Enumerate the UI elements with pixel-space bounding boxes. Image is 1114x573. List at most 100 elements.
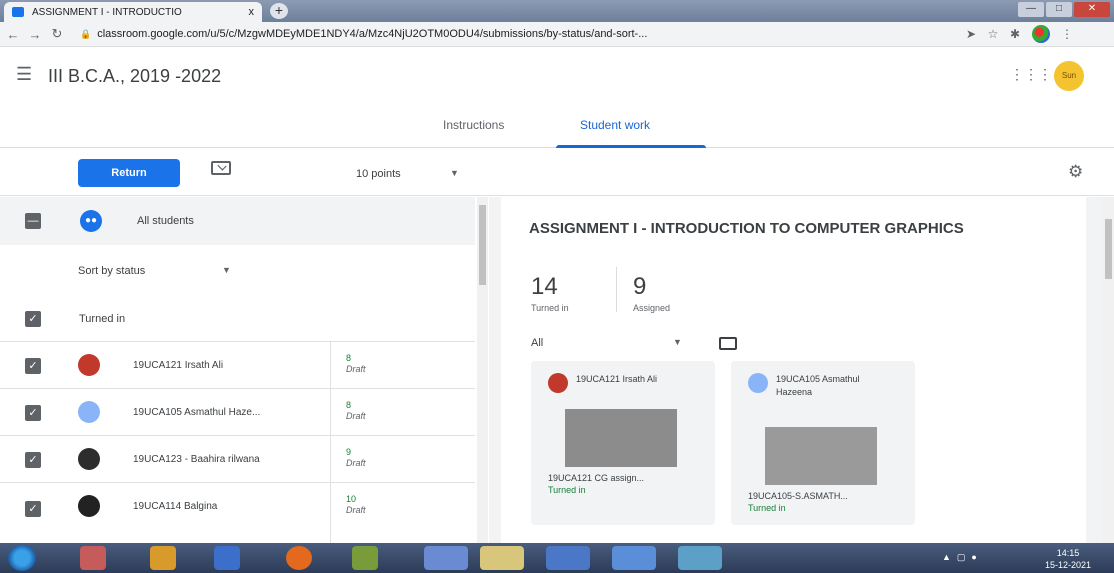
assignment-title: ASSIGNMENT I - INTRODUCTION TO COMPUTER … <box>529 220 964 237</box>
image-app-icon[interactable] <box>678 546 722 570</box>
student-status: Draft <box>346 411 366 421</box>
class-title[interactable]: III B.C.A., 2019 -2022 <box>48 66 221 87</box>
student-status: Draft <box>346 364 366 374</box>
window-close-button[interactable]: ✕ <box>1074 2 1110 17</box>
grading-toolbar: Return 10 points ▼ ⚙ <box>0 148 1114 196</box>
student-grade[interactable]: 10 <box>346 494 356 504</box>
window-app-icon[interactable] <box>612 546 656 570</box>
page-tabs: Instructions Student work <box>0 108 1114 148</box>
student-checkbox[interactable]: ✓ <box>25 358 41 374</box>
account-avatar[interactable]: Sun <box>1054 61 1084 91</box>
avatar <box>748 373 768 393</box>
firefox-icon[interactable] <box>286 546 312 570</box>
avatar <box>78 448 100 470</box>
right-scrollbar[interactable] <box>1103 197 1114 543</box>
system-tray-icons[interactable]: ▲▢● <box>942 552 983 563</box>
clock-date: 15-12-2021 <box>1044 560 1092 570</box>
student-name: 19UCA123 - Baahira rilwana <box>133 454 260 465</box>
student-checkbox[interactable]: ✓ <box>25 501 41 517</box>
all-students-row[interactable]: — ●● All students <box>0 197 475 245</box>
sort-select[interactable]: Sort by status <box>78 265 145 277</box>
section-label: Turned in <box>79 313 126 325</box>
new-tab-button[interactable]: + <box>270 3 288 19</box>
clock-time: 14:15 <box>1056 548 1080 558</box>
apps-grid-icon[interactable]: ⋮⋮⋮ <box>1010 66 1052 83</box>
attachment-thumbnail[interactable] <box>565 409 677 467</box>
assignment-card: ASSIGNMENT I - INTRODUCTION TO COMPUTER … <box>501 197 1086 543</box>
bookmark-star-icon[interactable]: ☆ <box>982 27 1004 41</box>
table-row[interactable]: ✓ 19UCA123 - Baahira rilwana 9 Draft <box>0 436 475 483</box>
classroom-favicon-icon <box>12 7 24 17</box>
url-field[interactable]: 🔒 classroom.google.com/u/5/c/MzgwMDEyMDE… <box>80 28 960 40</box>
student-checkbox[interactable]: ✓ <box>25 452 41 468</box>
left-scrollbar[interactable] <box>477 197 488 543</box>
extensions-icon[interactable]: ✱ <box>1004 27 1026 41</box>
avatar <box>78 354 100 376</box>
profile-icon[interactable] <box>1032 25 1050 43</box>
gear-icon[interactable]: ⚙ <box>1068 162 1083 182</box>
tab-close-icon[interactable]: x <box>249 6 255 18</box>
chrome-icon[interactable] <box>424 546 468 570</box>
submission-status: Turned in <box>548 485 586 495</box>
file-explorer-icon[interactable] <box>480 546 524 570</box>
chevron-down-icon[interactable]: ▼ <box>222 265 231 275</box>
send-tab-icon[interactable]: ➤ <box>960 27 982 41</box>
classroom-header: ☰ III B.C.A., 2019 -2022 ⋮⋮⋮ Sun <box>0 48 1114 108</box>
avatar <box>78 495 100 517</box>
student-name: 19UCA105 Asmathul Haze... <box>133 407 261 418</box>
avatar <box>548 373 568 393</box>
reload-icon[interactable]: ↻ <box>48 26 66 42</box>
points-select[interactable]: 10 points <box>356 168 401 180</box>
chevron-down-icon[interactable]: ▼ <box>450 168 459 178</box>
student-list-panel: — ●● All students Sort by status ▼ ✓ Tur… <box>0 197 475 543</box>
folder-icon[interactable] <box>719 337 737 350</box>
submission-student-name: 19UCA121 Irsath Ali <box>576 374 658 384</box>
word-icon[interactable] <box>546 546 590 570</box>
student-checkbox[interactable]: ✓ <box>25 405 41 421</box>
lock-icon: 🔒 <box>80 28 92 39</box>
taskbar-clock[interactable]: 14:15 15-12-2021 <box>1036 547 1100 571</box>
forward-icon[interactable]: → <box>26 27 44 42</box>
attachment-thumbnail[interactable] <box>765 427 877 485</box>
return-button[interactable]: Return <box>78 159 180 187</box>
table-row[interactable]: ✓ 19UCA114 Balgina 10 Draft <box>0 483 475 530</box>
assigned-count: 9 <box>633 273 647 300</box>
select-all-checkbox[interactable]: — <box>25 213 41 229</box>
email-icon[interactable] <box>211 161 231 175</box>
maximize-button[interactable]: □ <box>1046 2 1072 17</box>
back-icon[interactable]: ← <box>4 27 22 42</box>
student-grade[interactable]: 9 <box>346 447 351 457</box>
assignment-panel: ASSIGNMENT I - INTRODUCTION TO COMPUTER … <box>489 197 1103 543</box>
all-students-label: All students <box>137 215 194 227</box>
media-app-icon[interactable] <box>150 546 176 570</box>
scrollbar-thumb[interactable] <box>1105 219 1112 279</box>
table-row[interactable]: ✓ 19UCA121 Irsath Ali 8 Draft <box>0 342 475 389</box>
people-icon: ●● <box>80 210 102 232</box>
start-button[interactable] <box>8 545 36 571</box>
chevron-down-icon[interactable]: ▼ <box>673 337 682 347</box>
snipping-tool-icon[interactable] <box>80 546 106 570</box>
browser-tab[interactable]: ASSIGNMENT I - INTRODUCTIO x <box>4 2 262 22</box>
video-app-icon[interactable] <box>214 546 240 570</box>
student-status: Draft <box>346 458 366 468</box>
scrollbar-thumb[interactable] <box>479 205 486 285</box>
student-grade[interactable]: 8 <box>346 400 351 410</box>
submission-status: Turned in <box>748 503 786 513</box>
tab-student-work[interactable]: Student work <box>580 118 650 132</box>
hamburger-menu-icon[interactable]: ☰ <box>16 64 32 85</box>
minimize-button[interactable]: — <box>1018 2 1044 17</box>
tab-instructions[interactable]: Instructions <box>443 118 504 132</box>
stat-divider <box>616 267 617 312</box>
browser-titlebar: ASSIGNMENT I - INTRODUCTIO x + — □ ✕ <box>0 0 1114 22</box>
submission-card[interactable]: 19UCA105 Asmathul Hazeena 19UCA105-S.ASM… <box>731 361 915 525</box>
table-row[interactable]: ✓ 19UCA105 Asmathul Haze... 8 Draft <box>0 389 475 436</box>
filter-select[interactable]: All <box>531 337 543 349</box>
student-status: Draft <box>346 505 366 515</box>
submission-card[interactable]: 19UCA121 Irsath Ali 19UCA121 CG assign..… <box>531 361 715 525</box>
window-controls: — □ ✕ <box>1018 2 1110 17</box>
grade-column-divider <box>330 342 331 543</box>
student-grade[interactable]: 8 <box>346 353 351 363</box>
section-checkbox[interactable]: ✓ <box>25 311 41 327</box>
browser-menu-icon[interactable]: ⋮ <box>1056 27 1078 41</box>
app-icon[interactable] <box>352 546 378 570</box>
